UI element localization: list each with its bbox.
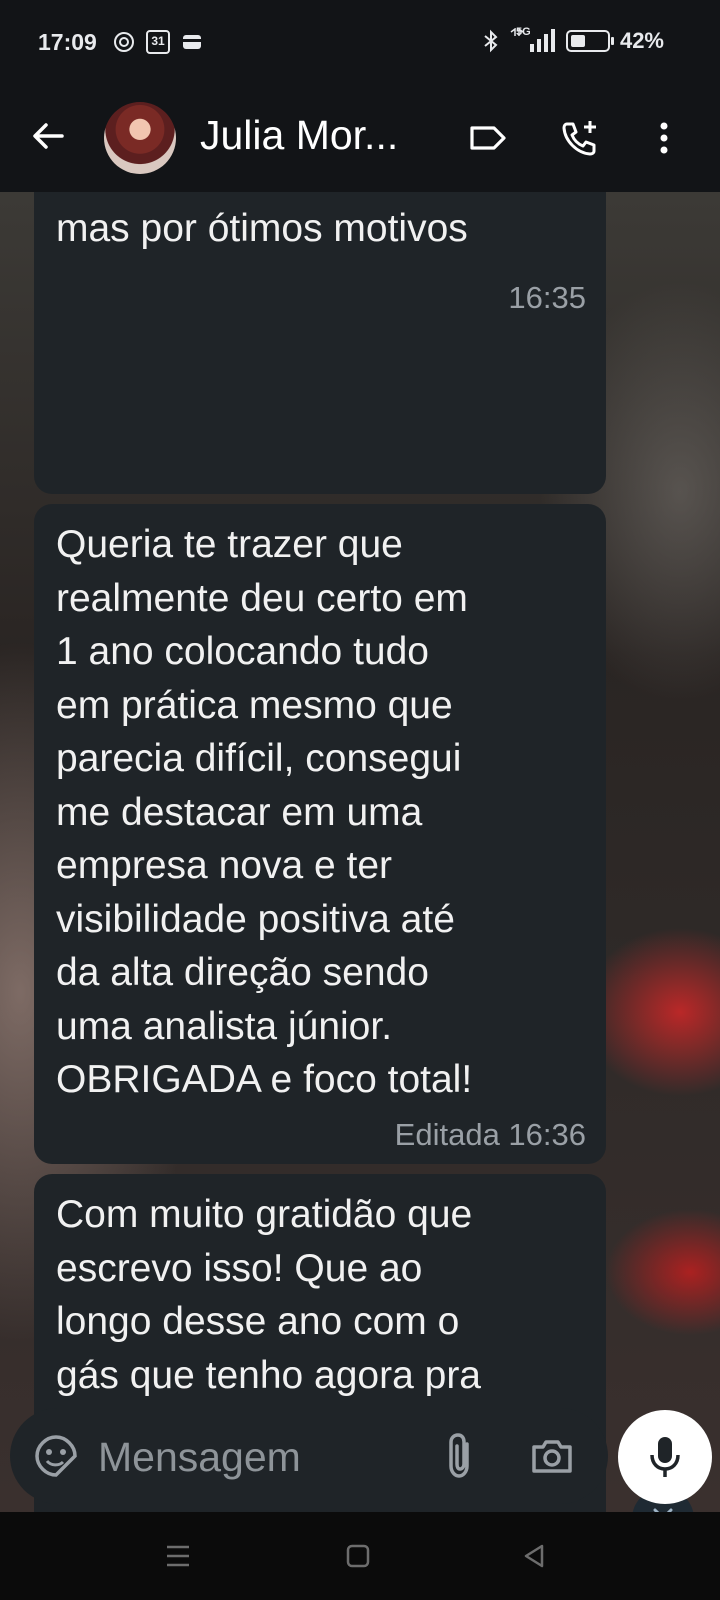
contact-name[interactable]: Julia Mor... (200, 112, 398, 159)
message-time: 16:35 (508, 279, 586, 315)
voice-message-button[interactable] (618, 1410, 712, 1504)
message-composer (10, 1408, 608, 1504)
calendar-day: 31 (151, 34, 165, 48)
avatar[interactable] (104, 102, 176, 174)
bluetooth-icon (484, 29, 498, 53)
status-right: 5G 42% (482, 26, 664, 54)
battery-icon (565, 30, 614, 52)
sticker-icon[interactable] (32, 1432, 80, 1480)
camera-icon[interactable] (528, 1432, 576, 1480)
status-bar: 17:09 31 5G 42% (0, 0, 720, 84)
vpn-icon (114, 32, 134, 52)
battery-level: 42% (619, 28, 664, 53)
system-navigation-bar (0, 1512, 720, 1600)
card-icon (183, 35, 201, 49)
menu-icon[interactable] (160, 1538, 196, 1574)
message-text: mas por ótimos motivos (56, 207, 468, 250)
signal-icon: 5G (510, 26, 556, 54)
attach-icon[interactable] (440, 1430, 480, 1482)
message-input[interactable] (96, 1422, 430, 1492)
mic-icon (650, 1437, 680, 1477)
home-icon[interactable] (340, 1538, 376, 1574)
more-vert-icon[interactable] (642, 116, 686, 160)
message-time: Editada 16:36 (394, 1116, 586, 1152)
message-list[interactable]: mas por ótimos motivos 16:35 Queria te t… (0, 192, 720, 1512)
back-icon[interactable] (516, 1538, 552, 1574)
back-arrow-icon[interactable] (28, 116, 68, 156)
message-bubble[interactable]: mas por ótimos motivos 16:35 (34, 192, 606, 494)
calendar-icon: 31 (146, 30, 170, 54)
add-call-icon[interactable] (558, 116, 602, 160)
label-icon[interactable] (466, 116, 510, 160)
double-chevron-down-icon (653, 1508, 673, 1512)
status-notification-icons: 31 (112, 30, 204, 54)
message-bubble[interactable]: Queria te trazer que realmente deu certo… (34, 504, 606, 1164)
message-text: Queria te trazer que realmente deu certo… (56, 523, 473, 1101)
status-time: 17:09 (38, 29, 97, 55)
chat-header: Julia Mor... (0, 84, 720, 192)
